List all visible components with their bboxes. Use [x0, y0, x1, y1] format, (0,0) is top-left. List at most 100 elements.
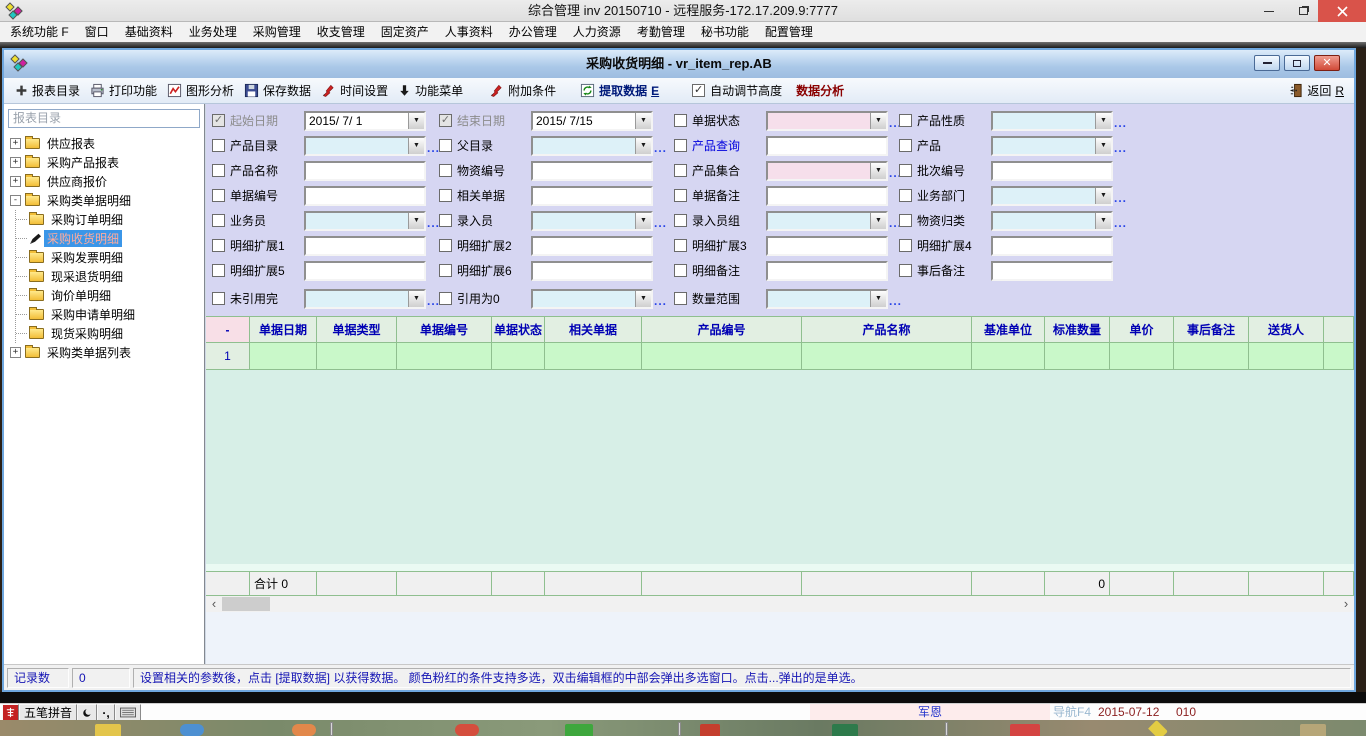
detail-ext3-input[interactable] [766, 236, 888, 256]
tree-item-purchase-receipt-detail[interactable]: 采购收货明细 [16, 229, 204, 248]
ime-logo-icon[interactable] [2, 704, 19, 721]
grid-cell[interactable] [397, 343, 492, 370]
grid-cell[interactable] [317, 343, 397, 370]
entry-clerk-checkbox[interactable]: ✓ [439, 214, 452, 227]
restore-button[interactable] [1288, 0, 1318, 22]
grid-header-cell[interactable]: 送货人 [1249, 316, 1324, 343]
grid-header-cell[interactable]: 产品名称 [802, 316, 972, 343]
taskbar-icon[interactable] [1148, 720, 1168, 736]
doc-no-checkbox[interactable]: ✓ [212, 189, 225, 202]
grid-header-cell[interactable]: 基准单位 [972, 316, 1045, 343]
detail-remark-input[interactable] [766, 261, 888, 281]
dropdown-arrow-icon[interactable]: ▼ [408, 138, 424, 154]
product-catalog-checkbox[interactable]: ✓ [212, 139, 225, 152]
report-catalog-button[interactable]: 报表目录 [10, 80, 85, 102]
dropdown-arrow-icon[interactable]: ▼ [870, 291, 886, 307]
reference-zero-checkbox[interactable]: ✓ [439, 292, 452, 305]
doc-remark-input[interactable] [766, 186, 888, 206]
data-analysis-link[interactable]: 数据分析 [796, 82, 844, 99]
ime-fullhalf-icon[interactable] [77, 704, 97, 721]
business-dept-checkbox[interactable]: ✓ [899, 189, 912, 202]
print-button[interactable]: 打印功能 [85, 80, 162, 102]
doc-remark-checkbox[interactable]: ✓ [674, 189, 687, 202]
product-nature-select[interactable]: ▼ [991, 111, 1113, 131]
grid-header-cell[interactable]: 单据日期 [250, 316, 317, 343]
expand-icon[interactable]: + [10, 176, 21, 187]
time-settings-button[interactable]: 时间设置 [316, 80, 393, 102]
tree-item-supply-reports[interactable]: + 供应报表 [10, 134, 204, 153]
detail-ext6-input[interactable] [531, 261, 653, 281]
start-date-checkbox[interactable]: ✓ [212, 114, 225, 127]
ime-mode-label[interactable]: 五笔拼音 [19, 704, 77, 721]
parent-catalog-select[interactable]: ▼ [531, 136, 653, 156]
taskbar-icon[interactable] [95, 724, 121, 736]
after-remark-checkbox[interactable]: ✓ [899, 264, 912, 277]
menu-window[interactable]: 窗口 [77, 22, 117, 42]
tree-item-purchase-request-detail[interactable]: 采购申请单明细 [16, 305, 204, 324]
ime-keyboard-icon[interactable] [115, 704, 141, 721]
mdi-close-button[interactable]: ✕ [1314, 55, 1340, 71]
menu-purchase[interactable]: 采购管理 [245, 22, 309, 42]
grid-header-cell[interactable]: - [206, 316, 250, 343]
product-query-input[interactable] [766, 136, 888, 156]
ellipsis-icon[interactable]: ... [654, 135, 672, 155]
taskbar-icon[interactable] [832, 724, 858, 736]
product-query-checkbox[interactable]: ✓ [674, 139, 687, 152]
horizontal-scrollbar[interactable]: ‹ › [206, 596, 1354, 612]
dropdown-arrow-icon[interactable]: ▼ [408, 291, 424, 307]
detail-remark-checkbox[interactable]: ✓ [674, 264, 687, 277]
menu-human-resources[interactable]: 人力资源 [565, 22, 629, 42]
product-checkbox[interactable]: ✓ [899, 139, 912, 152]
dropdown-arrow-icon[interactable]: ▼ [635, 113, 651, 129]
tree-item-purchase-order-detail[interactable]: 采购订单明细 [16, 210, 204, 229]
material-no-input[interactable] [531, 161, 653, 181]
dropdown-arrow-icon[interactable]: ▼ [1095, 113, 1111, 129]
close-button[interactable] [1318, 0, 1366, 22]
grid-header-cell[interactable]: 单据状态 [492, 316, 545, 343]
dropdown-arrow-icon[interactable]: ▼ [1095, 213, 1111, 229]
auto-height-checkbox[interactable]: ✓ [692, 84, 705, 97]
ellipsis-icon[interactable]: ... [1114, 185, 1132, 205]
mdi-restore-button[interactable] [1284, 55, 1310, 71]
qty-range-checkbox[interactable]: ✓ [674, 292, 687, 305]
tree-item-purchase-doc-lists[interactable]: + 采购类单据列表 [10, 343, 204, 362]
grid-cell[interactable] [1045, 343, 1110, 370]
dropdown-arrow-icon[interactable]: ▼ [635, 138, 651, 154]
related-doc-input[interactable] [531, 186, 653, 206]
detail-ext3-checkbox[interactable]: ✓ [674, 239, 687, 252]
menu-fixed-assets[interactable]: 固定资产 [373, 22, 437, 42]
graph-analysis-button[interactable]: 图形分析 [162, 80, 239, 102]
detail-ext2-checkbox[interactable]: ✓ [439, 239, 452, 252]
dropdown-arrow-icon[interactable]: ▼ [408, 213, 424, 229]
menu-base-data[interactable]: 基础资料 [117, 22, 181, 42]
ellipsis-icon[interactable]: ... [1114, 110, 1132, 130]
ellipsis-icon[interactable]: ... [654, 210, 672, 230]
salesperson-select[interactable]: ▼ [304, 211, 426, 231]
dropdown-arrow-icon[interactable]: ▼ [635, 291, 651, 307]
taskbar-icon[interactable] [565, 724, 593, 736]
ime-punctuation-icon[interactable]: ·, [97, 704, 115, 721]
product-catalog-select[interactable]: ▼ [304, 136, 426, 156]
end-date-checkbox[interactable]: ✓ [439, 114, 452, 127]
grid-header-cell[interactable]: 单据编号 [397, 316, 492, 343]
tree-item-purchase-doc-details[interactable]: - 采购类单据明细 [10, 191, 204, 210]
taskbar-icon[interactable] [180, 724, 204, 736]
row-number-cell[interactable]: 1 [206, 343, 250, 370]
scroll-left-icon[interactable]: ‹ [206, 596, 222, 612]
batch-no-checkbox[interactable]: ✓ [899, 164, 912, 177]
ellipsis-icon[interactable]: ... [1114, 135, 1132, 155]
ellipsis-icon[interactable]: ... [889, 288, 907, 308]
after-remark-input[interactable] [991, 261, 1113, 281]
grid-cell[interactable] [972, 343, 1045, 370]
grid-header-cell[interactable]: 标准数量 [1045, 316, 1110, 343]
salesperson-checkbox[interactable]: ✓ [212, 214, 225, 227]
menu-business[interactable]: 业务处理 [181, 22, 245, 42]
doc-status-checkbox[interactable]: ✓ [674, 114, 687, 127]
detail-ext1-checkbox[interactable]: ✓ [212, 239, 225, 252]
grid-cell[interactable] [250, 343, 317, 370]
related-doc-checkbox[interactable]: ✓ [439, 189, 452, 202]
dropdown-arrow-icon[interactable]: ▼ [870, 163, 886, 179]
qty-range-select[interactable]: ▼ [766, 289, 888, 309]
filter-label-link[interactable]: 产品查询 [692, 137, 764, 154]
material-no-checkbox[interactable]: ✓ [439, 164, 452, 177]
